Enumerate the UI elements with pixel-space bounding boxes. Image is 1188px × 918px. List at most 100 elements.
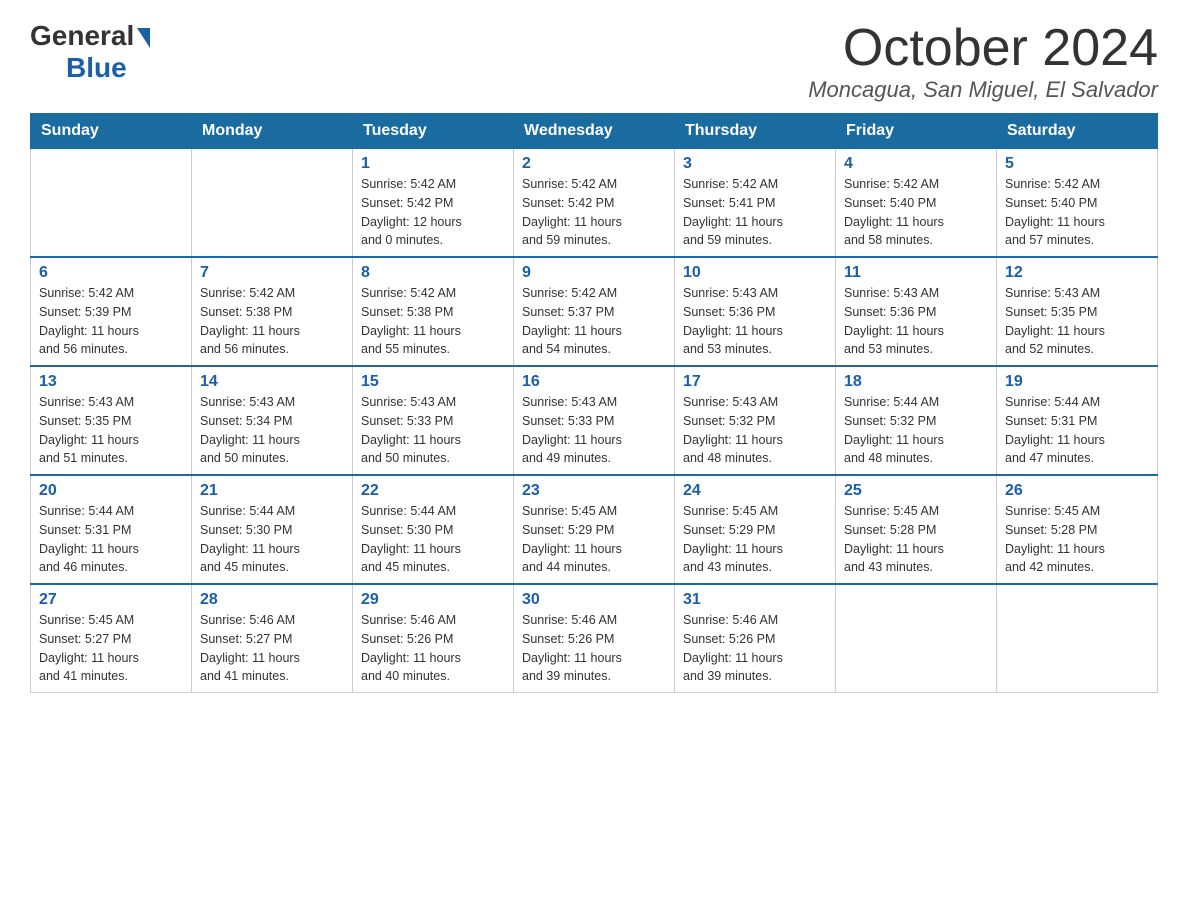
day-info: Sunrise: 5:43 AM Sunset: 5:33 PM Dayligh… [522,393,666,468]
day-number: 14 [200,373,344,391]
calendar-week-row: 1 Sunrise: 5:42 AM Sunset: 5:42 PM Daylig… [31,149,1158,258]
day-info: Sunrise: 5:45 AM Sunset: 5:29 PM Dayligh… [683,502,827,577]
day-number: 22 [361,482,505,500]
calendar-cell: 21 Sunrise: 5:44 AM Sunset: 5:30 PM Dayli… [192,475,353,584]
day-info: Sunrise: 5:44 AM Sunset: 5:30 PM Dayligh… [361,502,505,577]
logo-general-text: General [30,20,134,52]
day-info: Sunrise: 5:46 AM Sunset: 5:26 PM Dayligh… [522,611,666,686]
day-number: 28 [200,591,344,609]
calendar-cell: 8 Sunrise: 5:42 AM Sunset: 5:38 PM Daylig… [353,257,514,366]
calendar-cell: 29 Sunrise: 5:46 AM Sunset: 5:26 PM Dayli… [353,584,514,693]
calendar-header-friday: Friday [836,114,997,149]
day-info: Sunrise: 5:42 AM Sunset: 5:38 PM Dayligh… [361,284,505,359]
day-info: Sunrise: 5:45 AM Sunset: 5:27 PM Dayligh… [39,611,183,686]
day-info: Sunrise: 5:44 AM Sunset: 5:32 PM Dayligh… [844,393,988,468]
day-info: Sunrise: 5:45 AM Sunset: 5:29 PM Dayligh… [522,502,666,577]
day-number: 8 [361,264,505,282]
calendar-cell: 22 Sunrise: 5:44 AM Sunset: 5:30 PM Dayli… [353,475,514,584]
day-number: 2 [522,155,666,173]
day-number: 30 [522,591,666,609]
day-number: 11 [844,264,988,282]
day-info: Sunrise: 5:42 AM Sunset: 5:40 PM Dayligh… [1005,175,1149,250]
day-number: 10 [683,264,827,282]
location-title: Moncagua, San Miguel, El Salvador [808,77,1158,103]
calendar-cell: 25 Sunrise: 5:45 AM Sunset: 5:28 PM Dayli… [836,475,997,584]
day-info: Sunrise: 5:43 AM Sunset: 5:35 PM Dayligh… [39,393,183,468]
calendar-cell: 9 Sunrise: 5:42 AM Sunset: 5:37 PM Daylig… [514,257,675,366]
day-number: 4 [844,155,988,173]
calendar-cell: 14 Sunrise: 5:43 AM Sunset: 5:34 PM Dayli… [192,366,353,475]
calendar-cell: 4Sunrise: 5:42 AM Sunset: 5:40 PM Daylig… [836,149,997,258]
day-info: Sunrise: 5:43 AM Sunset: 5:34 PM Dayligh… [200,393,344,468]
day-info: Sunrise: 5:46 AM Sunset: 5:26 PM Dayligh… [361,611,505,686]
day-number: 24 [683,482,827,500]
calendar-cell: 11 Sunrise: 5:43 AM Sunset: 5:36 PM Dayli… [836,257,997,366]
calendar-week-row: 13Sunrise: 5:43 AM Sunset: 5:35 PM Dayli… [31,366,1158,475]
day-number: 15 [361,373,505,391]
day-info: Sunrise: 5:43 AM Sunset: 5:36 PM Dayligh… [683,284,827,359]
calendar-cell [997,584,1158,693]
day-info: Sunrise: 5:46 AM Sunset: 5:26 PM Dayligh… [683,611,827,686]
day-number: 1 [361,155,505,173]
day-number: 9 [522,264,666,282]
day-info: Sunrise: 5:45 AM Sunset: 5:28 PM Dayligh… [1005,502,1149,577]
day-number: 29 [361,591,505,609]
day-number: 21 [200,482,344,500]
day-number: 20 [39,482,183,500]
month-title: October 2024 [808,20,1158,77]
calendar-header-thursday: Thursday [675,114,836,149]
day-number: 27 [39,591,183,609]
logo: General Blue [30,20,150,84]
page-header: General Blue October 2024 Moncagua, San … [30,20,1158,103]
calendar-cell: 7Sunrise: 5:42 AM Sunset: 5:38 PM Daylig… [192,257,353,366]
calendar-cell: 18 Sunrise: 5:44 AM Sunset: 5:32 PM Dayli… [836,366,997,475]
calendar-cell: 30 Sunrise: 5:46 AM Sunset: 5:26 PM Dayli… [514,584,675,693]
calendar-cell [31,149,192,258]
calendar-week-row: 20Sunrise: 5:44 AM Sunset: 5:31 PM Dayli… [31,475,1158,584]
day-info: Sunrise: 5:44 AM Sunset: 5:30 PM Dayligh… [200,502,344,577]
day-info: Sunrise: 5:42 AM Sunset: 5:42 PM Dayligh… [522,175,666,250]
calendar-cell: 19 Sunrise: 5:44 AM Sunset: 5:31 PM Dayli… [997,366,1158,475]
day-info: Sunrise: 5:44 AM Sunset: 5:31 PM Dayligh… [1005,393,1149,468]
calendar-cell: 13Sunrise: 5:43 AM Sunset: 5:35 PM Dayli… [31,366,192,475]
day-number: 16 [522,373,666,391]
calendar-cell: 23 Sunrise: 5:45 AM Sunset: 5:29 PM Dayli… [514,475,675,584]
logo-arrow-icon [137,28,150,48]
day-number: 19 [1005,373,1149,391]
calendar-cell: 10 Sunrise: 5:43 AM Sunset: 5:36 PM Dayli… [675,257,836,366]
day-info: Sunrise: 5:43 AM Sunset: 5:36 PM Dayligh… [844,284,988,359]
day-info: Sunrise: 5:43 AM Sunset: 5:35 PM Dayligh… [1005,284,1149,359]
calendar-table: SundayMondayTuesdayWednesdayThursdayFrid… [30,113,1158,693]
calendar-cell: 2 Sunrise: 5:42 AM Sunset: 5:42 PM Daylig… [514,149,675,258]
calendar-cell: 5 Sunrise: 5:42 AM Sunset: 5:40 PM Daylig… [997,149,1158,258]
calendar-cell: 31 Sunrise: 5:46 AM Sunset: 5:26 PM Dayli… [675,584,836,693]
day-number: 5 [1005,155,1149,173]
day-number: 6 [39,264,183,282]
calendar-header-sunday: Sunday [31,114,192,149]
day-number: 23 [522,482,666,500]
day-info: Sunrise: 5:42 AM Sunset: 5:41 PM Dayligh… [683,175,827,250]
calendar-cell: 16 Sunrise: 5:43 AM Sunset: 5:33 PM Dayli… [514,366,675,475]
calendar-cell: 17Sunrise: 5:43 AM Sunset: 5:32 PM Dayli… [675,366,836,475]
calendar-header-wednesday: Wednesday [514,114,675,149]
day-number: 26 [1005,482,1149,500]
day-info: Sunrise: 5:42 AM Sunset: 5:38 PM Dayligh… [200,284,344,359]
day-number: 31 [683,591,827,609]
logo-blue-text: Blue [66,52,127,83]
day-number: 3 [683,155,827,173]
calendar-cell: 24 Sunrise: 5:45 AM Sunset: 5:29 PM Dayli… [675,475,836,584]
calendar-cell: 27 Sunrise: 5:45 AM Sunset: 5:27 PM Dayli… [31,584,192,693]
calendar-cell: 26 Sunrise: 5:45 AM Sunset: 5:28 PM Dayli… [997,475,1158,584]
day-info: Sunrise: 5:42 AM Sunset: 5:37 PM Dayligh… [522,284,666,359]
day-number: 17 [683,373,827,391]
day-number: 25 [844,482,988,500]
day-number: 18 [844,373,988,391]
day-number: 12 [1005,264,1149,282]
calendar-week-row: 27 Sunrise: 5:45 AM Sunset: 5:27 PM Dayli… [31,584,1158,693]
day-info: Sunrise: 5:43 AM Sunset: 5:33 PM Dayligh… [361,393,505,468]
day-info: Sunrise: 5:45 AM Sunset: 5:28 PM Dayligh… [844,502,988,577]
calendar-week-row: 6Sunrise: 5:42 AM Sunset: 5:39 PM Daylig… [31,257,1158,366]
calendar-header-row: SundayMondayTuesdayWednesdayThursdayFrid… [31,114,1158,149]
calendar-cell [836,584,997,693]
day-info: Sunrise: 5:46 AM Sunset: 5:27 PM Dayligh… [200,611,344,686]
